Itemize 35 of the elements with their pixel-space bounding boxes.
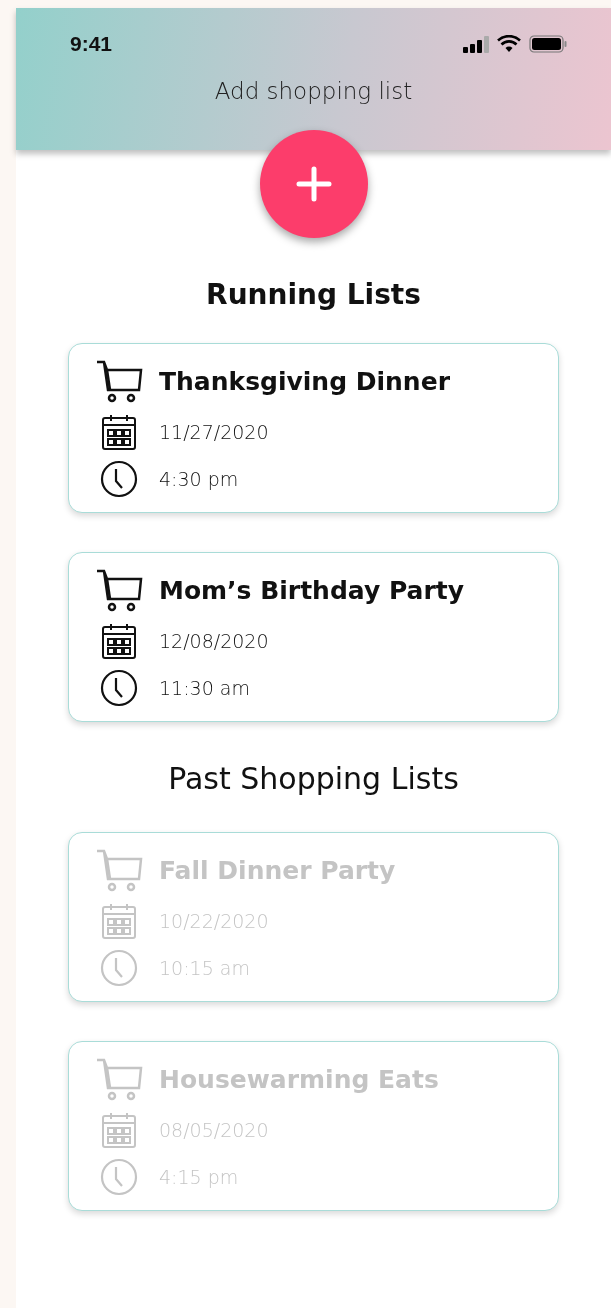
calendar-icon	[101, 413, 137, 451]
list-name: Housewarming Eats	[159, 1064, 439, 1094]
clock-icon	[100, 1158, 138, 1196]
list-name: Thanksgiving Dinner	[159, 366, 450, 396]
list-date: 10/22/2020	[159, 910, 269, 932]
add-button[interactable]	[259, 130, 368, 238]
wifi-icon	[497, 35, 521, 53]
list-time: 10:15 am	[159, 957, 250, 979]
list-name: Mom’s Birthday Party	[159, 575, 464, 605]
calendar-icon	[101, 902, 137, 940]
calendar-icon	[101, 1111, 137, 1149]
list-card[interactable]: Thanksgiving Dinner 11/27/2020 4:30 pm	[68, 343, 559, 513]
section-title: Running Lists	[206, 278, 421, 311]
list-time: 4:15 pm	[159, 1166, 239, 1188]
list-date: 08/05/2020	[159, 1119, 269, 1141]
cart-icon	[95, 848, 143, 892]
plus-icon	[295, 166, 332, 202]
clock-icon	[100, 460, 138, 498]
status-time: 9:41	[70, 32, 113, 56]
calendar-icon	[101, 622, 137, 660]
clock-icon	[100, 669, 138, 707]
list-time: 4:30 pm	[159, 468, 239, 490]
signal-icon	[463, 35, 489, 53]
cart-icon	[95, 1057, 143, 1101]
list-date: 12/08/2020	[159, 630, 269, 652]
battery-icon	[529, 35, 567, 53]
section-title: Past Shopping Lists	[168, 761, 459, 796]
list-card[interactable]: Mom’s Birthday Party 12/08/2020 11:30 am	[68, 552, 559, 722]
cart-icon	[95, 359, 143, 403]
list-name: Fall Dinner Party	[159, 855, 396, 885]
list-time: 11:30 am	[159, 677, 250, 699]
clock-icon	[100, 949, 138, 987]
cart-icon	[95, 568, 143, 612]
header-title: Add shopping list	[214, 78, 413, 104]
list-date: 11/27/2020	[159, 421, 269, 443]
